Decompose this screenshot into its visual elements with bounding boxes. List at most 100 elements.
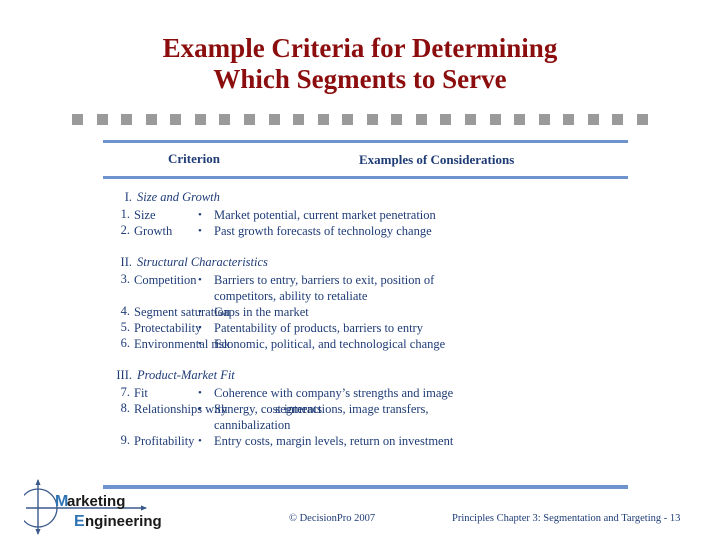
criterion-number: 9.	[120, 433, 130, 447]
divider-dash	[514, 114, 526, 125]
divider-dash	[293, 114, 305, 125]
footer-reference: Principles Chapter 3: Segmentation and T…	[452, 513, 681, 524]
table-row: 3.CompetitionBarriers to entry, barriers…	[0, 272, 720, 304]
criterion-number: 3.	[120, 272, 130, 286]
considerations-cell: Entry costs, margin levels, return on in…	[186, 433, 720, 449]
consideration-bullet: Market potential, current market penetra…	[192, 207, 720, 223]
divider-dash	[121, 114, 133, 125]
divider-dash	[366, 114, 378, 125]
section-numeral: II.	[120, 255, 132, 269]
divider-dash	[415, 114, 427, 125]
criterion-label: Size	[134, 208, 156, 222]
column-header-criterion: Criterion	[168, 151, 220, 166]
considerations-cell: Gaps in the market	[186, 304, 720, 320]
criterion-number: 1.	[120, 207, 130, 221]
divider-dash	[489, 114, 501, 125]
table-top-rule	[103, 140, 628, 143]
divider-dash	[465, 114, 476, 125]
considerations-cell: Economic, political, and technological c…	[186, 336, 720, 352]
considerations-cell: Synergy, cost interactions, image transf…	[186, 401, 720, 433]
consideration-bullet-continuation: cannibalization	[214, 418, 291, 432]
section-title: Product-Market Fit	[137, 368, 235, 382]
section-heading: I. Size and Growth	[0, 190, 720, 207]
section-heading: III. Product-Market Fit	[0, 368, 720, 385]
considerations-cell: Patentability of products, barriers to e…	[186, 320, 720, 336]
divider-dash	[342, 114, 354, 125]
consideration-bullet: Economic, political, and technological c…	[192, 336, 720, 352]
divider-dash	[243, 114, 255, 125]
svg-text:E: E	[74, 513, 85, 530]
divider-dash	[170, 114, 182, 125]
criteria-section: I. Size and Growth 1. Size Market potential,…	[0, 190, 720, 239]
marketing-engineering-logo: M arketing E ngineering	[24, 478, 184, 536]
table-row: 2. Growth Past growth forecasts of technol…	[0, 223, 720, 239]
table-row: 6.Environmental riskEconomic, political,…	[0, 336, 720, 352]
consideration-bullet: Patentability of products, barriers to e…	[192, 320, 720, 336]
consideration-bullet: Gaps in the market	[192, 304, 720, 320]
page-title-line-1: Example Criteria for Determining	[162, 33, 558, 63]
divider-dash	[636, 114, 648, 125]
table-header-rule	[103, 176, 628, 179]
logo-wordmark: M arketing E ngineering	[55, 493, 162, 530]
page-title-line-2: Which Segments to Serve	[213, 64, 507, 94]
section-rows: 3.CompetitionBarriers to entry, barriers…	[0, 272, 720, 352]
table-row: 1. Size Market potential, current market p…	[0, 207, 720, 223]
criteria-section: III. Product-Market Fit 7. Fit Coherence wit…	[0, 368, 720, 449]
consideration-bullet: Entry costs, margin levels, return on in…	[192, 433, 720, 449]
dashed-divider	[72, 114, 648, 125]
slide-canvas: Example Criteria for Determining Which S…	[0, 0, 720, 540]
consideration-bullet: Barriers to entry, barriers to exit, pos…	[192, 272, 720, 288]
table-row: 8.Relationships withsegmentsSynergy, cos…	[0, 401, 720, 433]
criteria-section: II. Structural Characteristics 3. Competiti…	[0, 255, 720, 352]
criterion-cell: 1. Size	[0, 207, 186, 223]
divider-dash	[72, 114, 83, 125]
considerations-cell: Past growth forecasts of technology chan…	[186, 223, 720, 239]
criterion-number: 6.	[120, 336, 130, 350]
page-title: Example Criteria for Determining Which S…	[50, 33, 670, 95]
consideration-bullet-continuation: competitors, ability to retaliate	[214, 289, 368, 303]
column-header-considerations: Examples of Considerations	[359, 152, 515, 167]
section-numeral: I.	[124, 190, 132, 204]
divider-dash	[563, 114, 575, 125]
section-numeral: III.	[116, 368, 132, 382]
criterion-cell: 6. Environmental risk	[0, 336, 231, 352]
divider-dash	[219, 114, 231, 125]
divider-dash	[96, 114, 108, 125]
section-title: Size and Growth	[137, 190, 220, 204]
footer-copyright: © DecisionPro 2007	[289, 513, 376, 524]
criterion-number: 2.	[120, 223, 130, 237]
criterion-number: 8.	[120, 401, 130, 415]
criterion-cell: 9. Profitability	[0, 433, 195, 449]
divider-dash	[268, 114, 280, 125]
criterion-cell: 5. Protectability	[0, 320, 202, 336]
divider-dash	[440, 114, 452, 125]
divider-dash	[145, 114, 157, 125]
considerations-cell: Market potential, current market penetra…	[186, 207, 720, 223]
consideration-bullet: Coherence with company’s strengths and i…	[192, 385, 720, 401]
criterion-label: Growth	[134, 224, 173, 238]
divider-dash	[538, 114, 550, 125]
criteria-table: I. Size and Growth 1. Size Market potential,…	[0, 190, 720, 449]
criterion-cell: 8. Relationships with segments	[0, 401, 322, 417]
considerations-cell: Barriers to entry, barriers to exit, pos…	[186, 272, 720, 304]
criterion-cell: 2. Growth	[0, 223, 186, 239]
consideration-bullet: Past growth forecasts of technology chan…	[192, 223, 720, 239]
section-rows: 1. Size Market potential, current market p…	[0, 207, 720, 239]
criterion-cell: 3. Competition	[0, 272, 197, 288]
criterion-number: 5.	[120, 320, 130, 334]
svg-text:ngineering: ngineering	[85, 513, 162, 530]
divider-dash	[317, 114, 329, 125]
table-row: 4.Segment saturationGaps in the market	[0, 304, 720, 320]
considerations-cell: Coherence with company’s strengths and i…	[186, 385, 720, 401]
table-row: 7. Fit Coherence with company’s strengths …	[0, 385, 720, 401]
criterion-label: Fit	[134, 386, 148, 400]
divider-dash	[587, 114, 599, 125]
section-title: Structural Characteristics	[137, 255, 268, 269]
criterion-cell: 4. Segment saturation	[0, 304, 231, 320]
section-rows: 7. Fit Coherence with company’s strengths …	[0, 385, 720, 449]
table-row: 5.ProtectabilityPatentability of product…	[0, 320, 720, 336]
consideration-bullet: Synergy, cost interactions, image transf…	[192, 401, 720, 417]
criterion-number: 4.	[120, 304, 130, 318]
divider-dash	[612, 114, 624, 125]
criterion-cell: 7. Fit	[0, 385, 186, 401]
